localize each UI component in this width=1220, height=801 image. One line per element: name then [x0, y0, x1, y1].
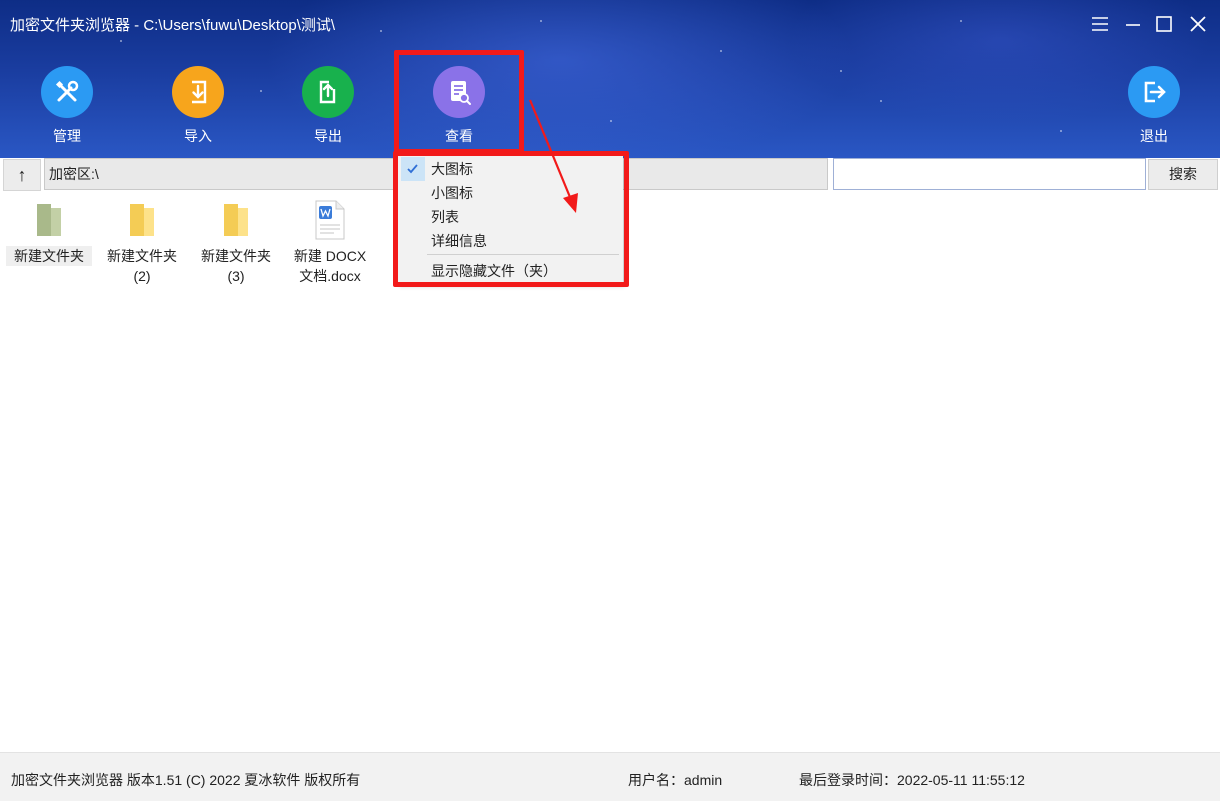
annotation-arrow-icon [528, 99, 578, 213]
app-info-text: 加密文件夹浏览器 版本1.51 (C) 2022 夏冰软件 版权所有 [11, 772, 361, 788]
last-login-text: 最后登录时间：2022-05-11 11:55:12 [799, 772, 1025, 788]
username-text: 用户名：admin [628, 772, 723, 788]
status-bar: 加密文件夹浏览器 版本1.51 (C) 2022 夏冰软件 版权所有 用户名：a… [0, 752, 1220, 801]
